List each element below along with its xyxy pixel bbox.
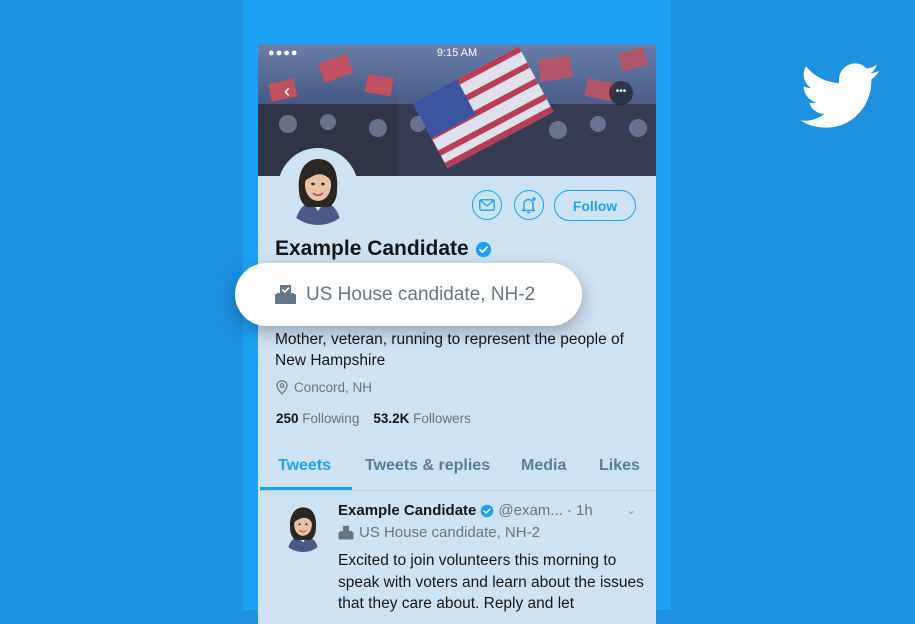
tweet-election-label-text: US House candidate, NH-2 bbox=[359, 524, 540, 541]
tweet-handle[interactable]: @exam... bbox=[498, 502, 562, 519]
location-pin-icon bbox=[276, 380, 288, 395]
message-button[interactable] bbox=[472, 190, 502, 220]
back-arrow-icon[interactable]: ‹ bbox=[284, 81, 290, 102]
follow-button[interactable]: Follow bbox=[554, 190, 636, 221]
tab-tweets-and-replies[interactable]: Tweets & replies bbox=[365, 457, 490, 475]
tweet-avatar[interactable] bbox=[278, 502, 328, 552]
avatar-illustration bbox=[278, 502, 328, 552]
profile-display-name: Example Candidate bbox=[275, 237, 492, 261]
status-time: 9:15 AM bbox=[436, 47, 478, 59]
tweet-time[interactable]: · 1h bbox=[567, 502, 593, 519]
envelope-icon bbox=[479, 199, 495, 211]
display-name-text: Example Candidate bbox=[275, 237, 469, 260]
more-icon[interactable]: ••• bbox=[609, 81, 633, 105]
following-count: 250 bbox=[276, 411, 299, 426]
twitter-bird-icon bbox=[800, 63, 880, 128]
profile-stats: 250 Following 53.2K Followers bbox=[276, 411, 471, 426]
tweet-election-label: US House candidate, NH-2 bbox=[338, 524, 540, 541]
election-label-callout: US House candidate, NH-2 bbox=[235, 263, 582, 326]
status-bar: ●●●● 9:15 AM bbox=[258, 44, 656, 62]
followers-link[interactable]: 53.2K Followers bbox=[373, 411, 471, 426]
phone-screen: ●●●● 9:15 AM ‹ ••• Follow Example Candid… bbox=[258, 44, 656, 624]
following-link[interactable]: 250 Following bbox=[276, 411, 359, 426]
notifications-button[interactable] bbox=[514, 190, 544, 220]
tab-likes[interactable]: Likes bbox=[599, 457, 640, 475]
following-label: Following bbox=[302, 411, 360, 426]
profile-bio: Mother, veteran, running to represent th… bbox=[275, 331, 624, 369]
election-label-text: US House candidate, NH-2 bbox=[306, 283, 536, 305]
followers-count: 53.2K bbox=[373, 411, 410, 426]
tweet-item[interactable]: Example Candidate @exam... · 1h ⌄ US Hou… bbox=[258, 492, 656, 624]
location-text: Concord, NH bbox=[294, 380, 373, 395]
tab-media[interactable]: Media bbox=[521, 457, 566, 475]
verified-badge-icon bbox=[481, 504, 494, 517]
chevron-down-icon[interactable]: ⌄ bbox=[626, 503, 636, 517]
verified-badge-icon bbox=[475, 241, 491, 257]
tweet-header: Example Candidate @exam... · 1h bbox=[338, 502, 593, 519]
active-tab-indicator bbox=[260, 487, 352, 490]
profile-location: Concord, NH bbox=[276, 380, 372, 395]
tweet-text: Excited to join volunteers this morning … bbox=[338, 552, 644, 612]
bell-plus-icon bbox=[521, 197, 536, 214]
ballot-box-icon bbox=[338, 525, 354, 540]
profile-avatar[interactable] bbox=[278, 148, 358, 228]
tab-tweets[interactable]: Tweets bbox=[278, 457, 331, 475]
followers-label: Followers bbox=[413, 411, 471, 426]
avatar-illustration bbox=[281, 151, 355, 225]
tweet-author-name[interactable]: Example Candidate bbox=[338, 502, 476, 519]
ballot-box-icon bbox=[275, 284, 297, 305]
profile-tabs: Tweets Tweets & replies Media Likes bbox=[258, 446, 656, 491]
